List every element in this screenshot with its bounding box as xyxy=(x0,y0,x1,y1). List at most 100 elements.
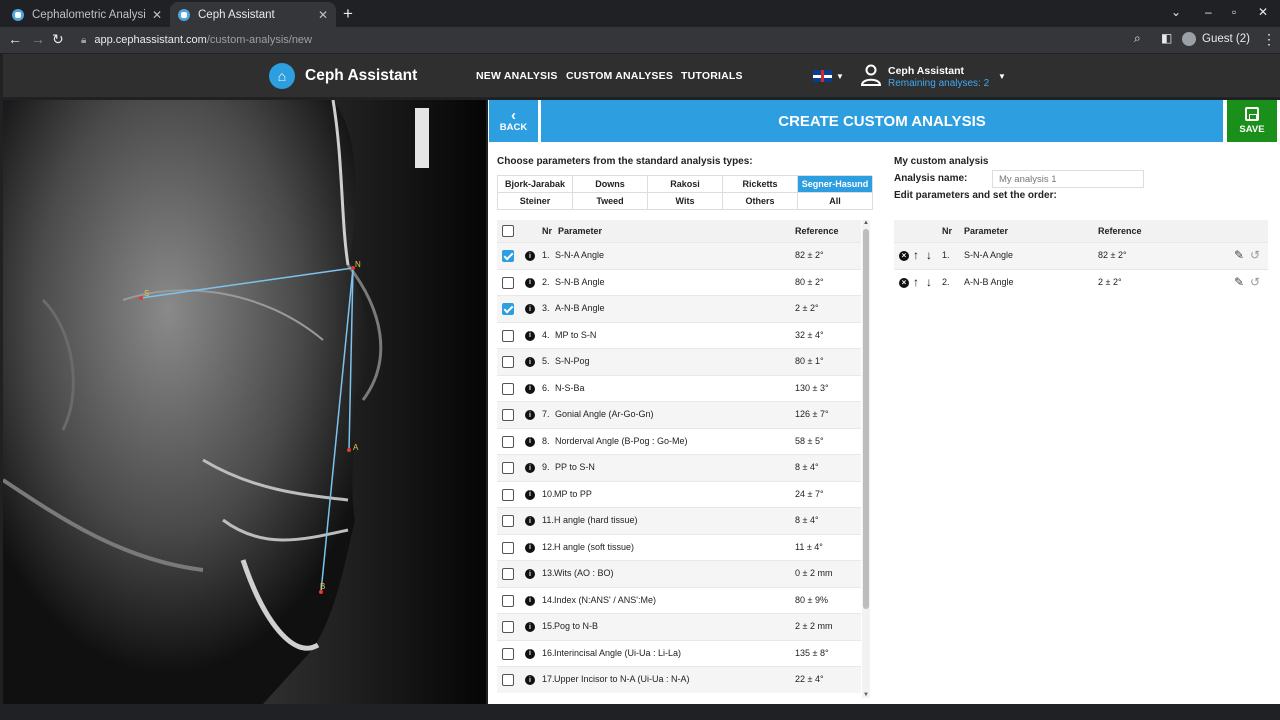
parameter-checkbox[interactable] xyxy=(502,674,514,686)
back-button[interactable]: ‹ BACK xyxy=(489,100,538,142)
profile-button[interactable]: Guest (2) xyxy=(1182,32,1250,46)
scroll-up-icon[interactable]: ▲ xyxy=(862,220,870,226)
info-icon[interactable]: i xyxy=(525,542,535,553)
analysis-type-segner-hasund[interactable]: Segner-Hasund xyxy=(798,176,873,193)
analysis-type-tweed[interactable]: Tweed xyxy=(573,193,648,210)
parameter-checkbox[interactable] xyxy=(502,515,514,527)
table-scrollbar[interactable]: ▲ ▼ xyxy=(862,220,870,698)
info-icon[interactable]: i xyxy=(525,675,535,685)
edit-icon[interactable]: ✎ xyxy=(1234,248,1244,262)
language-caret-icon[interactable]: ▼ xyxy=(836,72,844,81)
table-row[interactable]: i 4. MP to S-N 32 ± 4° xyxy=(497,321,861,349)
info-icon[interactable]: i xyxy=(525,516,535,526)
table-row[interactable]: i 6. N-S-Ba 130 ± 3° xyxy=(497,374,861,402)
back-arrow-icon[interactable]: ← xyxy=(8,31,22,47)
analysis-type-wits[interactable]: Wits xyxy=(648,193,723,210)
table-row[interactable]: i 15. Pog to N-B 2 ± 2 mm xyxy=(497,613,861,640)
table-row[interactable]: i 10. MP to PP 24 ± 7° xyxy=(497,480,861,508)
move-down-icon[interactable]: ↓ xyxy=(926,248,932,262)
info-icon[interactable]: i xyxy=(525,436,535,447)
info-icon[interactable]: i xyxy=(525,330,535,341)
info-icon[interactable]: i xyxy=(525,463,535,473)
parameter-checkbox[interactable] xyxy=(502,303,514,315)
nav-custom-analyses[interactable]: CUSTOM ANALYSES xyxy=(566,70,673,82)
analysis-type-steiner[interactable]: Steiner xyxy=(498,193,573,210)
parameter-checkbox[interactable] xyxy=(502,435,514,448)
menu-icon[interactable]: ⋮ xyxy=(1262,31,1276,48)
parameter-checkbox[interactable] xyxy=(502,647,514,660)
window-close-icon[interactable]: ✕ xyxy=(1258,5,1268,19)
info-icon[interactable]: i xyxy=(525,648,535,659)
parameter-checkbox[interactable] xyxy=(502,594,514,607)
parameter-checkbox[interactable] xyxy=(502,276,514,289)
uk-flag-icon[interactable] xyxy=(813,70,832,82)
info-icon[interactable]: i xyxy=(525,277,535,288)
browser-tab-1[interactable]: Cephalometric Analysis | ✕ xyxy=(4,2,170,27)
analysis-type-others[interactable]: Others xyxy=(723,193,798,210)
forward-arrow-icon[interactable]: → xyxy=(31,31,45,47)
user-caret-icon[interactable]: ▼ xyxy=(998,72,1006,81)
reset-icon[interactable]: ↺ xyxy=(1250,248,1260,262)
parameter-checkbox[interactable] xyxy=(502,409,514,421)
reload-icon[interactable]: ↻ xyxy=(52,31,64,48)
minimize-icon[interactable]: – xyxy=(1205,5,1212,19)
table-row[interactable]: i 3. A-N-B Angle 2 ± 2° xyxy=(497,295,861,322)
browser-tab-2[interactable]: Ceph Assistant ✕ xyxy=(170,2,336,27)
table-row[interactable]: i 2. S-N-B Angle 80 ± 2° xyxy=(497,268,861,296)
info-icon[interactable]: i xyxy=(525,622,535,632)
sidepanel-icon[interactable]: ◧ xyxy=(1161,31,1172,45)
restore-icon[interactable]: ▫ xyxy=(1232,5,1236,19)
parameter-checkbox[interactable] xyxy=(502,541,514,554)
table-row[interactable]: i 12. H angle (soft tissue) 11 ± 4° xyxy=(497,533,861,561)
table-row[interactable]: i 11. H angle (hard tissue) 8 ± 4° xyxy=(497,507,861,534)
analysis-type-downs[interactable]: Downs xyxy=(573,176,648,193)
table-row[interactable]: i 5. S-N-Pog 80 ± 1° xyxy=(497,348,861,375)
info-icon[interactable]: i xyxy=(525,595,535,606)
url-field[interactable]: 🔒︎ app.cephassistant.com /custom-analysi… xyxy=(75,29,1155,51)
analysis-type-all[interactable]: All xyxy=(798,193,873,210)
user-name[interactable]: Ceph Assistant xyxy=(888,65,964,77)
scroll-thumb[interactable] xyxy=(863,229,869,609)
parameter-checkbox[interactable] xyxy=(502,568,514,580)
scroll-down-icon[interactable]: ▼ xyxy=(862,692,870,698)
info-icon[interactable]: i xyxy=(525,410,535,420)
selected-row[interactable]: × ↑ ↓ 2. A-N-B Angle 2 ± 2° ✎ ↺ xyxy=(894,268,1268,296)
parameter-checkbox[interactable] xyxy=(502,356,514,368)
analysis-type-bjork-jarabak[interactable]: Bjork-Jarabak xyxy=(498,176,573,193)
table-row[interactable]: i 8. Norderval Angle (B-Pog : Go-Me) 58 ± 5… xyxy=(497,427,861,455)
table-row[interactable]: i 7. Gonial Angle (Ar-Go-Gn) 126 ± 7° xyxy=(497,401,861,428)
parameter-checkbox[interactable] xyxy=(502,250,514,262)
info-icon[interactable]: i xyxy=(525,251,535,261)
parameter-checkbox[interactable] xyxy=(502,329,514,342)
move-up-icon[interactable]: ↑ xyxy=(913,275,919,289)
info-icon[interactable]: i xyxy=(525,489,535,500)
xray-image[interactable]: S N A B xyxy=(3,100,486,704)
analysis-name-input[interactable] xyxy=(992,170,1144,188)
table-row[interactable]: i 9. PP to S-N 8 ± 4° xyxy=(497,454,861,481)
info-icon[interactable]: i xyxy=(525,383,535,394)
user-icon[interactable] xyxy=(859,63,883,87)
remove-icon[interactable]: × xyxy=(899,251,909,261)
remove-icon[interactable]: × xyxy=(899,277,909,288)
zoom-icon[interactable]: ⌕ xyxy=(1134,31,1141,46)
select-all-checkbox[interactable] xyxy=(502,225,514,237)
analysis-type-rakosi[interactable]: Rakosi xyxy=(648,176,723,193)
save-button[interactable]: SAVE xyxy=(1227,100,1277,142)
info-icon[interactable]: i xyxy=(525,569,535,579)
info-icon[interactable]: i xyxy=(525,357,535,367)
table-row[interactable]: i 1. S-N-A Angle 82 ± 2° xyxy=(497,242,861,269)
analysis-type-ricketts[interactable]: Ricketts xyxy=(723,176,798,193)
info-icon[interactable]: i xyxy=(525,304,535,314)
selected-row[interactable]: × ↑ ↓ 1. S-N-A Angle 82 ± 2° ✎ ↺ xyxy=(894,242,1268,269)
tab-close-icon[interactable]: ✕ xyxy=(318,8,328,22)
reset-icon[interactable]: ↺ xyxy=(1250,275,1260,289)
tooth-logo-icon[interactable]: ⌂ xyxy=(269,63,295,89)
new-tab-icon[interactable]: + xyxy=(343,4,353,24)
parameter-checkbox[interactable] xyxy=(502,488,514,501)
table-row[interactable]: i 17. Upper Incisor to N-A (Ui-Ua : N-A) 22… xyxy=(497,666,861,693)
tab-close-icon[interactable]: ✕ xyxy=(152,8,162,22)
parameter-checkbox[interactable] xyxy=(502,462,514,474)
nav-tutorials[interactable]: TUTORIALS xyxy=(681,70,743,82)
parameter-checkbox[interactable] xyxy=(502,382,514,395)
parameter-checkbox[interactable] xyxy=(502,621,514,633)
